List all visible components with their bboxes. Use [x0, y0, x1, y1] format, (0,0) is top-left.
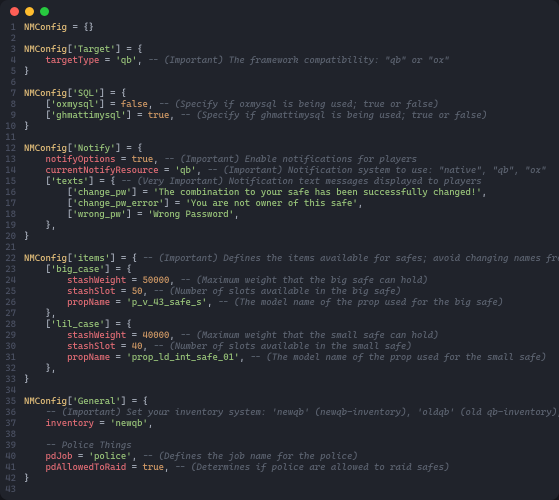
- line-number: 8: [0, 99, 16, 110]
- code-line[interactable]: NMConfig = {}: [24, 22, 559, 33]
- line-number: 37: [0, 418, 16, 429]
- line-number: 12: [0, 143, 16, 154]
- line-number: 40: [0, 451, 16, 462]
- line-number: 36: [0, 407, 16, 418]
- code-line[interactable]: pdJob = 'police', -- (Defines the job na…: [24, 451, 559, 462]
- code-line[interactable]: },: [24, 308, 559, 319]
- editor-window: 1234567891011121314151617181920212223242…: [0, 0, 559, 500]
- line-number: 23: [0, 264, 16, 275]
- line-number: 27: [0, 308, 16, 319]
- line-number: 39: [0, 440, 16, 451]
- line-number: 15: [0, 176, 16, 187]
- code-line[interactable]: currentNotifyResource = 'qb', -- (Import…: [24, 165, 559, 176]
- line-number: 32: [0, 363, 16, 374]
- line-number: 1: [0, 22, 16, 33]
- code-line[interactable]: ['wrong_pw'] = 'Wrong Password',: [24, 209, 559, 220]
- line-number: 25: [0, 286, 16, 297]
- titlebar: [0, 0, 559, 22]
- line-number: 19: [0, 220, 16, 231]
- code-line[interactable]: ['texts'] = { -- (Very Important) Notifi…: [24, 176, 559, 187]
- line-number: 9: [0, 110, 16, 121]
- code-line[interactable]: stashWeight = 40000, -- (Maximum weight …: [24, 330, 559, 341]
- close-icon[interactable]: [10, 7, 19, 16]
- line-number: 13: [0, 154, 16, 165]
- code-editor[interactable]: 1234567891011121314151617181920212223242…: [0, 22, 559, 500]
- code-line[interactable]: }: [24, 374, 559, 385]
- code-line[interactable]: }: [24, 121, 559, 132]
- code-line[interactable]: propName = 'p_v_43_safe_s', -- (The mode…: [24, 297, 559, 308]
- line-number: 22: [0, 253, 16, 264]
- code-line[interactable]: ['change_pw'] = 'The combination to your…: [24, 187, 559, 198]
- line-number: 3: [0, 44, 16, 55]
- minimize-icon[interactable]: [25, 7, 34, 16]
- code-line[interactable]: NMConfig['General'] = {: [24, 396, 559, 407]
- code-line[interactable]: }: [24, 473, 559, 484]
- code-line[interactable]: [24, 33, 559, 44]
- line-number: 31: [0, 352, 16, 363]
- line-number: 29: [0, 330, 16, 341]
- line-number: 41: [0, 462, 16, 473]
- code-line[interactable]: propName = 'prop_ld_int_safe_01', -- (Th…: [24, 352, 559, 363]
- line-number: 42: [0, 473, 16, 484]
- code-line[interactable]: [24, 385, 559, 396]
- code-line[interactable]: stashSlot = 40, -- (Number of slots avai…: [24, 341, 559, 352]
- line-number-gutter: 1234567891011121314151617181920212223242…: [0, 22, 24, 492]
- line-number: 20: [0, 231, 16, 242]
- code-line[interactable]: [24, 242, 559, 253]
- line-number: 33: [0, 374, 16, 385]
- code-line[interactable]: ['big_case'] = {: [24, 264, 559, 275]
- line-number: 5: [0, 66, 16, 77]
- line-number: 7: [0, 88, 16, 99]
- code-line[interactable]: NMConfig['items'] = { -- (Important) Def…: [24, 253, 559, 264]
- line-number: 16: [0, 187, 16, 198]
- line-number: 18: [0, 209, 16, 220]
- line-number: 6: [0, 77, 16, 88]
- line-number: 28: [0, 319, 16, 330]
- code-line[interactable]: },: [24, 220, 559, 231]
- code-line[interactable]: NMConfig['SQL'] = {: [24, 88, 559, 99]
- code-line[interactable]: }: [24, 231, 559, 242]
- code-area[interactable]: NMConfig = {} NMConfig['Target'] = { tar…: [24, 22, 559, 492]
- code-line[interactable]: stashWeight = 50000, -- (Maximum weight …: [24, 275, 559, 286]
- line-number: 26: [0, 297, 16, 308]
- code-line[interactable]: ['ghmattimysql'] = true, -- (Specify if …: [24, 110, 559, 121]
- code-line[interactable]: ['change_pw_error'] = 'You are not owner…: [24, 198, 559, 209]
- code-line[interactable]: [24, 132, 559, 143]
- line-number: 17: [0, 198, 16, 209]
- line-number: 4: [0, 55, 16, 66]
- line-number: 38: [0, 429, 16, 440]
- code-line[interactable]: }: [24, 66, 559, 77]
- code-line[interactable]: NMConfig['Target'] = {: [24, 44, 559, 55]
- line-number: 10: [0, 121, 16, 132]
- code-line[interactable]: stashSlot = 50, -- (Number of slots avai…: [24, 286, 559, 297]
- code-line[interactable]: pdAllowedToRaid = true, -- (Determines i…: [24, 462, 559, 473]
- line-number: 34: [0, 385, 16, 396]
- code-line[interactable]: inventory = 'newqb',: [24, 418, 559, 429]
- code-line[interactable]: -- Police Things: [24, 440, 559, 451]
- code-line[interactable]: [24, 429, 559, 440]
- line-number: 43: [0, 484, 16, 495]
- line-number: 30: [0, 341, 16, 352]
- code-line[interactable]: -- (Important) Set your inventory system…: [24, 407, 559, 418]
- code-line[interactable]: ['oxmysql'] = false, -- (Specify if oxmy…: [24, 99, 559, 110]
- line-number: 35: [0, 396, 16, 407]
- line-number: 21: [0, 242, 16, 253]
- line-number: 2: [0, 33, 16, 44]
- code-line[interactable]: },: [24, 363, 559, 374]
- code-line[interactable]: notifyOptions = true, -- (Important) Ena…: [24, 154, 559, 165]
- code-line[interactable]: ['lil_case'] = {: [24, 319, 559, 330]
- line-number: 14: [0, 165, 16, 176]
- code-line[interactable]: [24, 77, 559, 88]
- line-number: 11: [0, 132, 16, 143]
- code-line[interactable]: NMConfig['Notify'] = {: [24, 143, 559, 154]
- zoom-icon[interactable]: [40, 7, 49, 16]
- code-line[interactable]: [24, 484, 559, 495]
- line-number: 24: [0, 275, 16, 286]
- code-line[interactable]: targetType = 'qb', -- (Important) The fr…: [24, 55, 559, 66]
